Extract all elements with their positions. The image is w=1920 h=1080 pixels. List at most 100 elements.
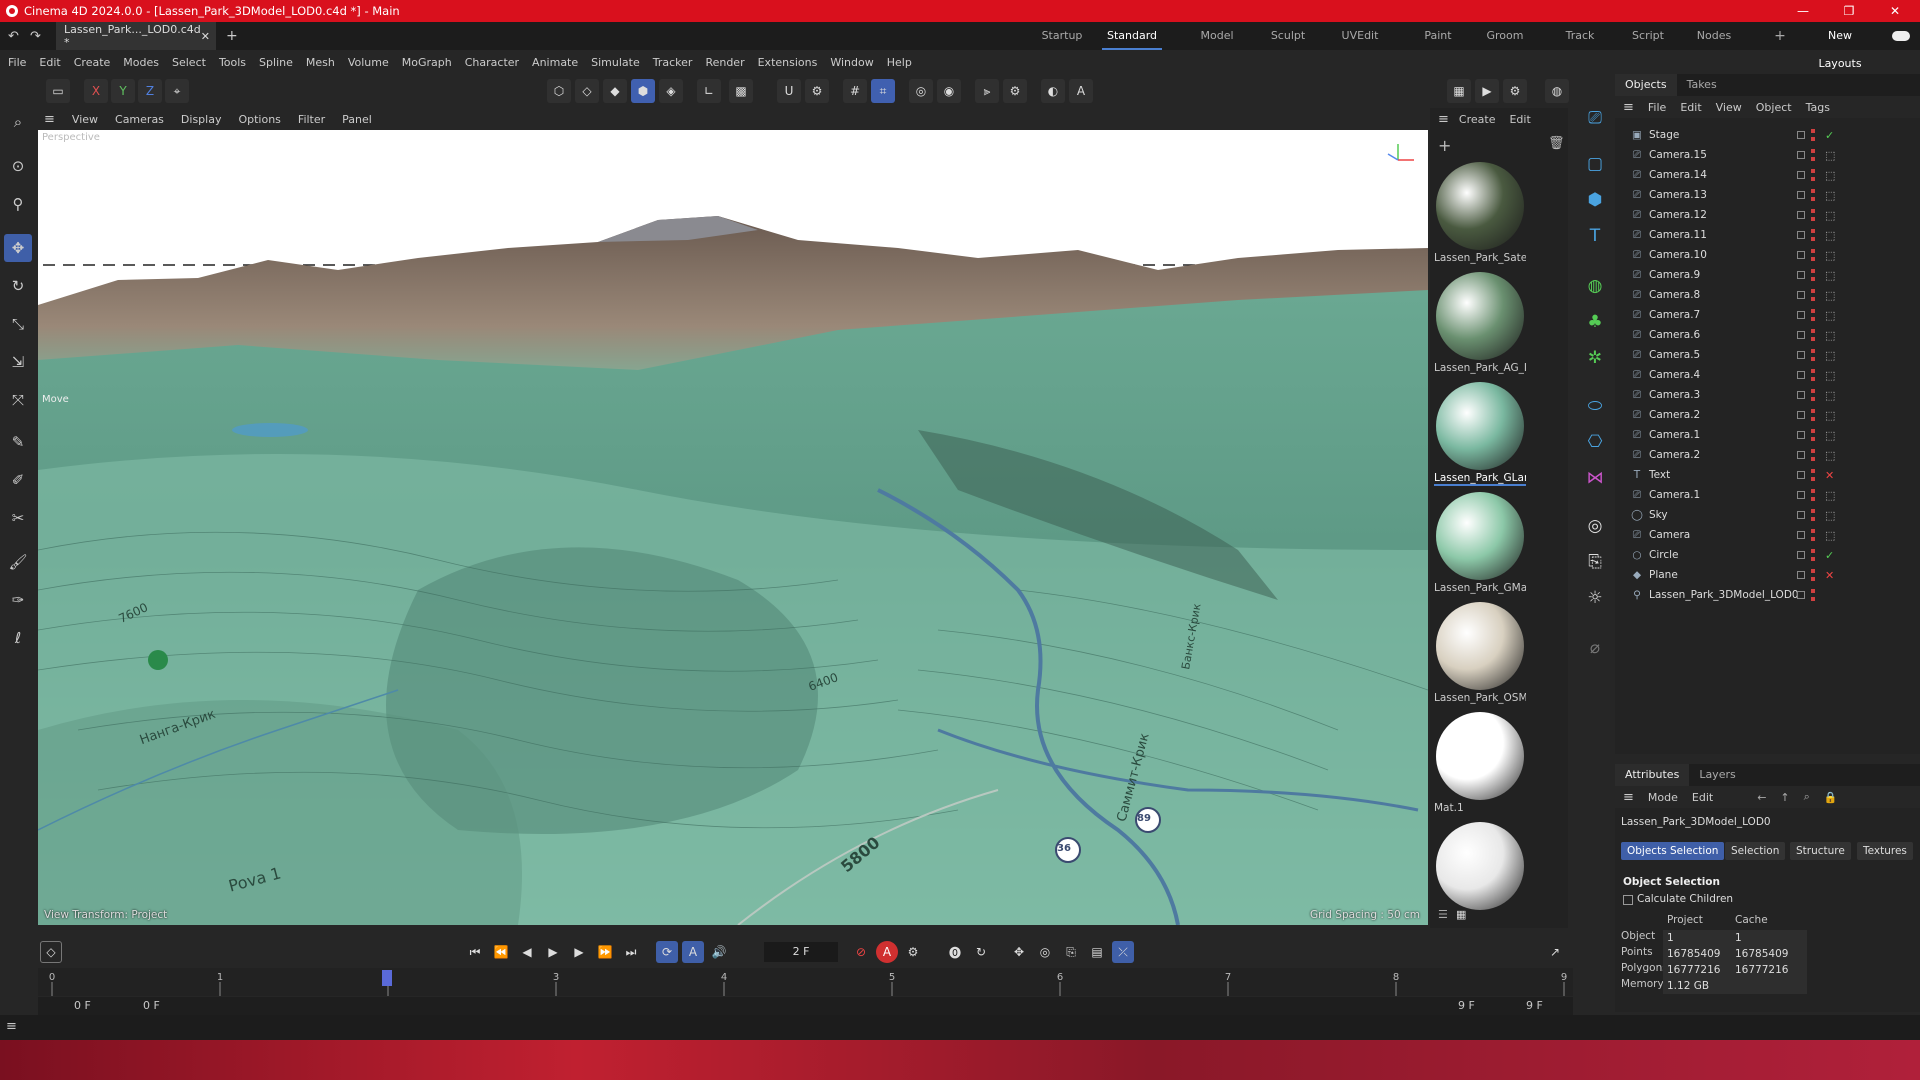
layer-checkbox[interactable] bbox=[1797, 311, 1805, 319]
text-object-icon[interactable]: T bbox=[1581, 222, 1609, 250]
key-pla-icon[interactable]: ▤ bbox=[1086, 941, 1108, 963]
camera-tag-icon[interactable]: ⬚ bbox=[1825, 529, 1835, 542]
menu-select[interactable]: Select bbox=[172, 56, 206, 69]
material-swatch[interactable]: Lassen_Park_AG_L bbox=[1434, 270, 1526, 376]
material-swatch[interactable]: Lassen_Park_Satel bbox=[1434, 160, 1526, 266]
tab-attributes[interactable]: Attributes bbox=[1615, 764, 1690, 786]
layout-toggle[interactable] bbox=[1892, 31, 1910, 41]
layer-checkbox[interactable] bbox=[1797, 491, 1805, 499]
snap-align-icon[interactable]: ⤧ bbox=[4, 386, 32, 414]
record-disabled-icon[interactable]: ⊘ bbox=[850, 941, 872, 963]
camera-tag-icon[interactable]: ⬚ bbox=[1825, 289, 1835, 302]
object-row[interactable]: ⎚ Camera.1 ⬚ bbox=[1615, 425, 1920, 445]
camera-tag-icon[interactable]: ⬚ bbox=[1825, 309, 1835, 322]
lock-z-button[interactable]: Z bbox=[138, 79, 162, 103]
scale-icon[interactable]: ⤡ bbox=[4, 310, 32, 338]
menu-help[interactable]: Help bbox=[887, 56, 912, 69]
menu-animate[interactable]: Animate bbox=[532, 56, 578, 69]
camera-tag-icon[interactable]: ⬚ bbox=[1825, 169, 1835, 182]
enabled-check-icon[interactable]: ✓ bbox=[1825, 549, 1834, 562]
visibility-dots-icon[interactable] bbox=[1811, 529, 1815, 541]
scene-camera-icon[interactable]: ⎘ bbox=[1581, 548, 1609, 576]
material-swatch[interactable]: Lassen_Park_GMa bbox=[1434, 490, 1526, 596]
layer-checkbox[interactable] bbox=[1797, 331, 1805, 339]
object-row[interactable]: ⎚ Camera ⬚ bbox=[1615, 525, 1920, 545]
symmetry-settings-icon[interactable]: ⚙ bbox=[1003, 79, 1027, 103]
object-row[interactable]: ⎚ Camera.9 ⬚ bbox=[1615, 265, 1920, 285]
layer-checkbox[interactable] bbox=[1797, 431, 1805, 439]
points-mode-icon[interactable]: ⬡ bbox=[547, 79, 571, 103]
menu-spline[interactable]: Spline bbox=[259, 56, 293, 69]
layout-tab-sculpt[interactable]: Sculpt bbox=[1258, 22, 1318, 50]
visibility-dots-icon[interactable] bbox=[1811, 249, 1815, 261]
key-param-icon[interactable]: ⎘ bbox=[1060, 941, 1082, 963]
object-row[interactable]: ⎚ Camera.8 ⬚ bbox=[1615, 285, 1920, 305]
python-icon[interactable]: A bbox=[1069, 79, 1093, 103]
minimize-icon[interactable]: — bbox=[1780, 0, 1826, 22]
snap-settings-icon[interactable]: ⚙ bbox=[805, 79, 829, 103]
subtab-selection[interactable]: Selection bbox=[1725, 842, 1786, 860]
texture-mode-icon[interactable]: ▩ bbox=[729, 79, 753, 103]
rotate-icon[interactable]: ↻ bbox=[4, 272, 32, 300]
redshift-icon[interactable]: ◍ bbox=[1545, 79, 1569, 103]
material-menu-create[interactable]: Create bbox=[1459, 113, 1496, 126]
camera-tag-icon[interactable]: ⬚ bbox=[1825, 369, 1835, 382]
menu-tracker[interactable]: Tracker bbox=[653, 56, 693, 69]
cube-outline-icon[interactable]: ▢ bbox=[1581, 150, 1609, 178]
layer-checkbox[interactable] bbox=[1797, 391, 1805, 399]
edit-disabled-icon[interactable]: ⌀ bbox=[1581, 634, 1609, 662]
search-attr-icon[interactable]: ⌕ bbox=[1804, 790, 1810, 804]
edges-mode-icon[interactable]: ◇ bbox=[575, 79, 599, 103]
menu-volume[interactable]: Volume bbox=[348, 56, 389, 69]
menu-window[interactable]: Window bbox=[830, 56, 873, 69]
close-window-icon[interactable]: ✕ bbox=[1872, 0, 1918, 22]
cube-icon[interactable]: ⬢ bbox=[1581, 186, 1609, 214]
object-row[interactable]: ○ Circle ✓ bbox=[1615, 545, 1920, 565]
mograph-effector-icon[interactable]: ⋈ bbox=[1581, 464, 1609, 492]
visibility-dots-icon[interactable] bbox=[1811, 509, 1815, 521]
environment-icon[interactable]: ◎ bbox=[1581, 512, 1609, 540]
go-to-end-icon[interactable]: ⏭ bbox=[620, 941, 642, 963]
camera-tag-icon[interactable]: ⬚ bbox=[1825, 489, 1835, 502]
visibility-dots-icon[interactable] bbox=[1811, 169, 1815, 181]
axis-mode-icon[interactable]: ∟ bbox=[697, 79, 721, 103]
disabled-x-icon[interactable]: ✕ bbox=[1825, 469, 1834, 482]
visibility-dots-icon[interactable] bbox=[1811, 269, 1815, 281]
object-menu-file[interactable]: File bbox=[1648, 101, 1666, 114]
object-row[interactable]: ⎚ Camera.13 ⬚ bbox=[1615, 185, 1920, 205]
sound-icon[interactable]: 🔊 bbox=[708, 941, 730, 963]
subdivision-icon[interactable]: ◍ bbox=[1581, 272, 1609, 300]
camera-object-icon[interactable]: ⎚ bbox=[1581, 104, 1609, 132]
interpolation-icon[interactable]: ⤫ bbox=[1112, 941, 1134, 963]
object-row[interactable]: ⚲ Lassen_Park_3DModel_LOD0 bbox=[1615, 585, 1920, 605]
camera-tag-icon[interactable]: ⬚ bbox=[1825, 409, 1835, 422]
layout-tab-track[interactable]: Track bbox=[1550, 22, 1610, 50]
attr-menu-mode[interactable]: Mode bbox=[1648, 791, 1678, 804]
start-frame-field[interactable]: 0 F bbox=[74, 999, 91, 1012]
menu-mograph[interactable]: MoGraph bbox=[402, 56, 452, 69]
end-frame-field[interactable]: 9 F bbox=[1526, 999, 1543, 1012]
object-row[interactable]: ⎚ Camera.10 ⬚ bbox=[1615, 245, 1920, 265]
menu-render[interactable]: Render bbox=[705, 56, 744, 69]
coordinate-system-icon[interactable]: ⌖ bbox=[165, 79, 189, 103]
menu-modes[interactable]: Modes bbox=[123, 56, 159, 69]
layer-checkbox[interactable] bbox=[1797, 571, 1805, 579]
playhead[interactable] bbox=[382, 970, 392, 986]
tab-objects[interactable]: Objects bbox=[1615, 74, 1677, 96]
list-view-icon[interactable]: ☰ bbox=[1438, 908, 1448, 921]
menu-edit[interactable]: Edit bbox=[39, 56, 60, 69]
spline-pen-icon[interactable]: ✎ bbox=[4, 428, 32, 456]
object-row[interactable]: ◯ Sky ⬚ bbox=[1615, 505, 1920, 525]
material-swatch[interactable]: Lassen_Park_GLan bbox=[1434, 380, 1526, 486]
object-row[interactable]: ⎚ Camera.7 ⬚ bbox=[1615, 305, 1920, 325]
camera-tag-icon[interactable]: ⬚ bbox=[1825, 229, 1835, 242]
object-row[interactable]: ⎚ Camera.11 ⬚ bbox=[1615, 225, 1920, 245]
layer-checkbox[interactable] bbox=[1797, 291, 1805, 299]
keyframe-icon[interactable]: ◇ bbox=[40, 941, 62, 963]
layer-checkbox[interactable] bbox=[1797, 131, 1805, 139]
add-tab-icon[interactable]: + bbox=[226, 28, 238, 44]
object-hamburger-icon[interactable]: ≡ bbox=[1623, 100, 1634, 115]
layer-checkbox[interactable] bbox=[1797, 411, 1805, 419]
model-mode-icon[interactable]: ⬢ bbox=[631, 79, 655, 103]
visibility-dots-icon[interactable] bbox=[1811, 289, 1815, 301]
